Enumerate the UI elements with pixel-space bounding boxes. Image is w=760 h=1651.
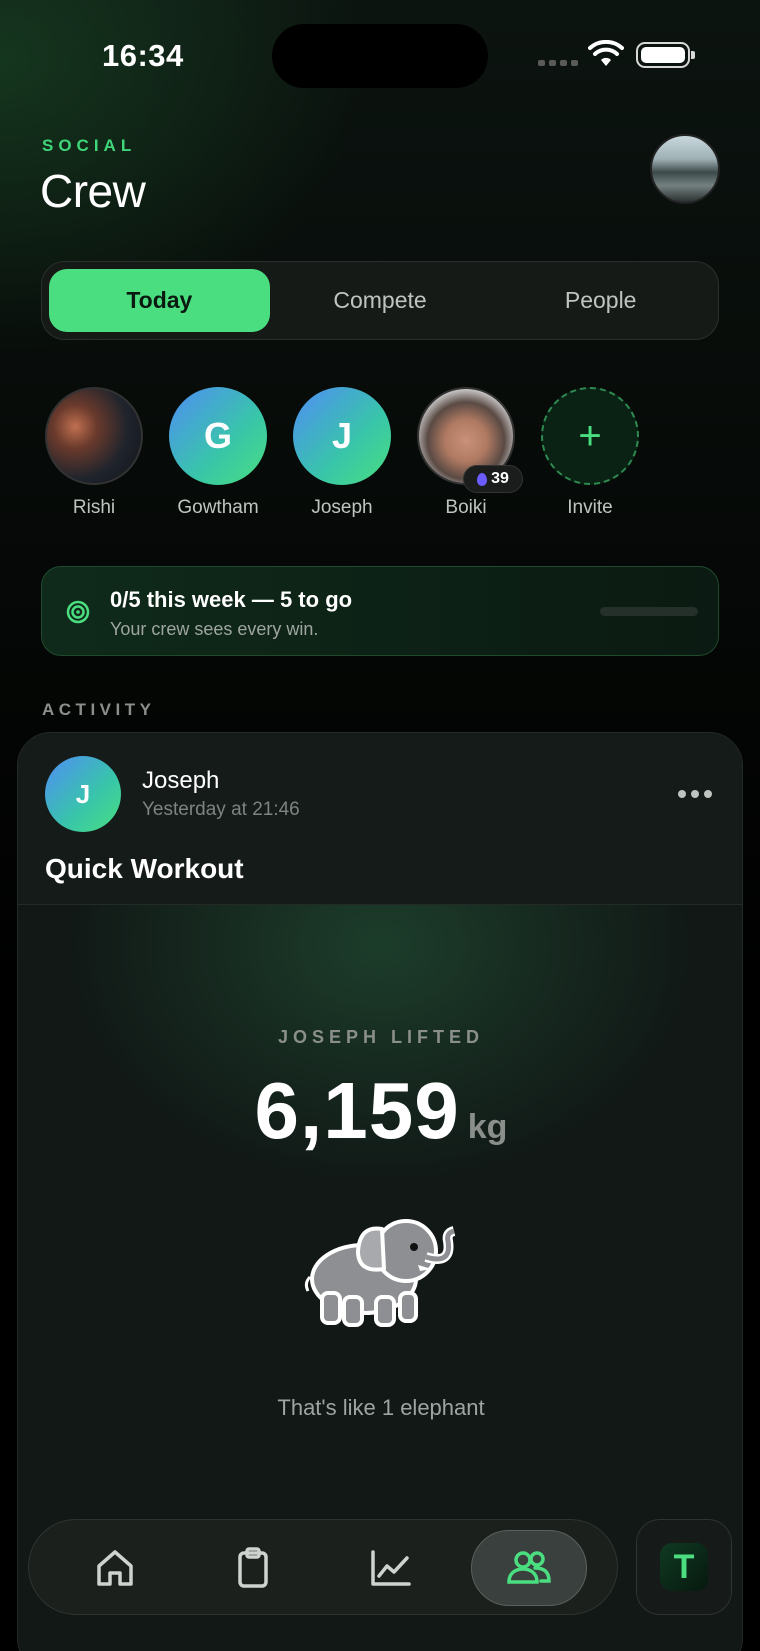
lift-label: JOSEPH LIFTED	[277, 1027, 485, 1047]
tab-today[interactable]: Today	[49, 269, 270, 332]
tab-people[interactable]: People	[490, 269, 711, 332]
crew-member-rishi[interactable]: Rishi	[44, 387, 144, 519]
goal-title: 0/5 this week — 5 to go	[110, 587, 353, 612]
crew-member-name: Boiki	[445, 497, 487, 518]
wifi-icon	[588, 40, 624, 66]
bottom-tab-bar	[28, 1519, 618, 1615]
activity-post-card: J Joseph Yesterday at 21:46 Quick Workou…	[17, 732, 743, 1651]
crew-member-gowtham[interactable]: G Gowtham	[168, 387, 268, 519]
people-icon	[507, 1551, 551, 1584]
post-user-name[interactable]: Joseph	[142, 767, 219, 795]
segmented-control: Today Compete People	[41, 261, 719, 340]
lift-value: 6,159	[254, 1066, 460, 1155]
flame-icon	[477, 472, 488, 486]
goal-subtitle: Your crew sees every win.	[110, 619, 319, 639]
invite-button[interactable]: + Invite	[540, 387, 640, 519]
crew-member-boiki[interactable]: 39 Boiki	[416, 387, 523, 519]
lift-total: 6,159 kg	[18, 1065, 742, 1157]
chart-icon	[371, 1550, 411, 1586]
weekly-goal-card[interactable]: 0/5 this week — 5 to go Your crew sees e…	[41, 566, 719, 656]
avatar: 39	[417, 387, 523, 493]
cellular-signal-icon	[538, 60, 578, 66]
app-logo: T	[660, 1543, 708, 1591]
lift-unit: kg	[467, 1108, 508, 1146]
crew-member-joseph[interactable]: J Joseph	[292, 387, 392, 519]
crew-member-name: Joseph	[311, 497, 373, 518]
crew-member-name: Rishi	[72, 497, 116, 518]
plus-icon: +	[578, 413, 602, 458]
post-header: J Joseph Yesterday at 21:46 Quick Workou…	[18, 733, 742, 905]
goal-progress-bar	[600, 607, 698, 616]
section-eyebrow: SOCIAL	[42, 136, 137, 155]
avatar[interactable]: J	[45, 756, 121, 832]
tab-progress[interactable]	[333, 1530, 449, 1606]
tab-compete[interactable]: Compete	[270, 269, 491, 332]
home-icon	[97, 1550, 133, 1586]
profile-avatar[interactable]	[650, 134, 720, 204]
streak-badge: 39	[463, 465, 523, 493]
avatar-initial: J	[331, 415, 353, 456]
dynamic-island	[272, 24, 488, 88]
avatar	[45, 387, 143, 485]
tab-home[interactable]	[57, 1530, 173, 1606]
elephant-illustration	[304, 1219, 456, 1327]
post-title: Quick Workout	[45, 853, 244, 884]
streak-count: 39	[491, 470, 509, 487]
page-title: Crew	[40, 165, 146, 217]
crew-member-name: Gowtham	[177, 497, 259, 518]
tab-social[interactable]	[471, 1530, 587, 1606]
status-bar: 16:34	[0, 0, 760, 110]
battery-icon	[636, 42, 695, 68]
weight-comparison: That's like 1 elephant	[277, 1395, 485, 1420]
trainer-app-button[interactable]: T	[636, 1519, 732, 1615]
avatar-initial: J	[75, 778, 91, 809]
tab-workouts[interactable]	[195, 1530, 311, 1606]
activity-section-label: ACTIVITY	[42, 700, 156, 719]
post-timestamp: Yesterday at 21:46	[142, 799, 300, 820]
clipboard-icon	[238, 1547, 268, 1588]
more-options-icon[interactable]	[678, 790, 712, 798]
target-icon	[66, 600, 90, 624]
crew-members-row: Rishi G Gowtham J Joseph 39 Boiki + Invi…	[44, 387, 724, 519]
avatar: J	[293, 387, 391, 485]
status-time: 16:34	[102, 38, 184, 73]
invite-circle: +	[541, 387, 639, 485]
avatar: G	[169, 387, 267, 485]
avatar-initial: G	[203, 415, 232, 456]
invite-label: Invite	[567, 497, 613, 518]
